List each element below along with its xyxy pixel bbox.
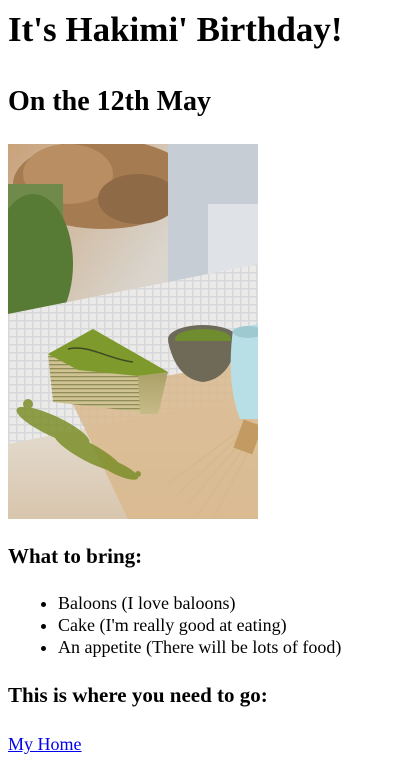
list-item: An appetite (There will be lots of food) bbox=[58, 636, 398, 658]
event-date: On the 12th May bbox=[8, 86, 211, 117]
page-title: It's Hakimi' Birthday! bbox=[8, 10, 343, 49]
bring-heading: What to bring: bbox=[8, 544, 143, 568]
list-item: Cake (I'm really good at eating) bbox=[58, 614, 398, 636]
page-content: It's Hakimi' Birthday! On the 12th May W… bbox=[0, 0, 406, 755]
home-link[interactable]: My Home bbox=[8, 734, 82, 755]
cake-photo bbox=[8, 144, 258, 519]
directions-heading: This is where you need to go: bbox=[8, 683, 268, 707]
bring-list: Baloons (I love baloons) Cake (I'm reall… bbox=[8, 592, 398, 658]
list-item: Baloons (I love baloons) bbox=[58, 592, 398, 614]
